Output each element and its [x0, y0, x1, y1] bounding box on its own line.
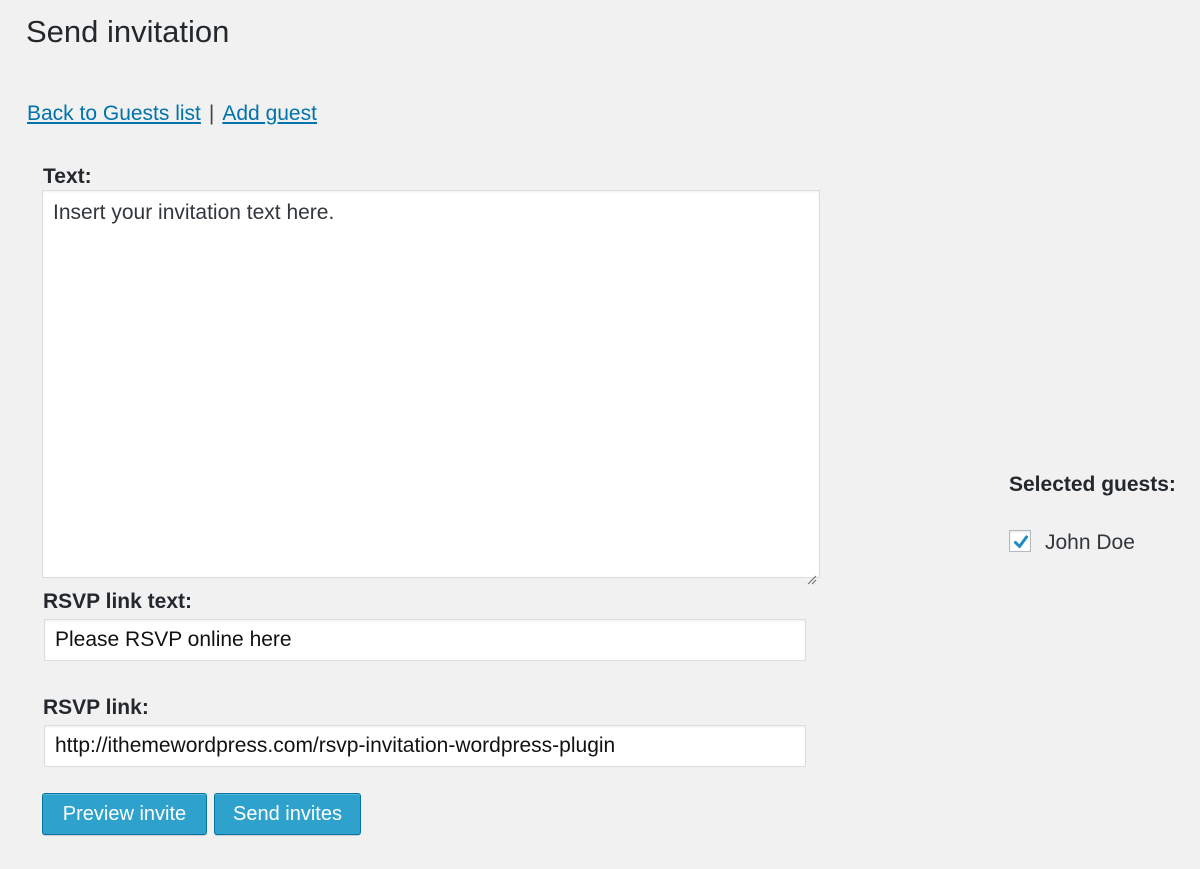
invitation-text-area[interactable]: Insert your invitation text here.	[42, 190, 820, 585]
invitation-text-value: Insert your invitation text here.	[53, 201, 335, 224]
rsvp-link-text-value: Please RSVP online here	[55, 628, 292, 651]
nav-links: Back to Guests list | Add guest	[27, 100, 317, 128]
rsvp-link-value: http://ithemewordpress.com/rsvp-invitati…	[55, 734, 616, 757]
send-invites-button[interactable]: Send invites	[214, 793, 361, 835]
rsvp-link-text-label: RSVP link text:	[43, 590, 192, 613]
rsvp-link-text-input[interactable]: Please RSVP online here	[44, 619, 806, 661]
nav-separator: |	[208, 102, 215, 125]
rsvp-link-label: RSVP link:	[43, 696, 149, 719]
checkmark-icon	[1014, 535, 1028, 548]
add-guest-link[interactable]: Add guest	[222, 102, 317, 125]
selected-guests-label: Selected guests:	[1009, 473, 1176, 496]
resize-grip-icon[interactable]	[807, 565, 817, 585]
guest-item: John Doe	[1009, 528, 1135, 554]
guest-name: John Doe	[1045, 531, 1135, 554]
text-label: Text:	[43, 165, 92, 188]
rsvp-link-input[interactable]: http://ithemewordpress.com/rsvp-invitati…	[44, 725, 806, 767]
back-to-guests-link[interactable]: Back to Guests list	[27, 102, 201, 125]
page-title: Send invitation	[26, 14, 230, 49]
preview-invite-button[interactable]: Preview invite	[42, 793, 207, 835]
guest-checkbox[interactable]	[1009, 530, 1031, 552]
